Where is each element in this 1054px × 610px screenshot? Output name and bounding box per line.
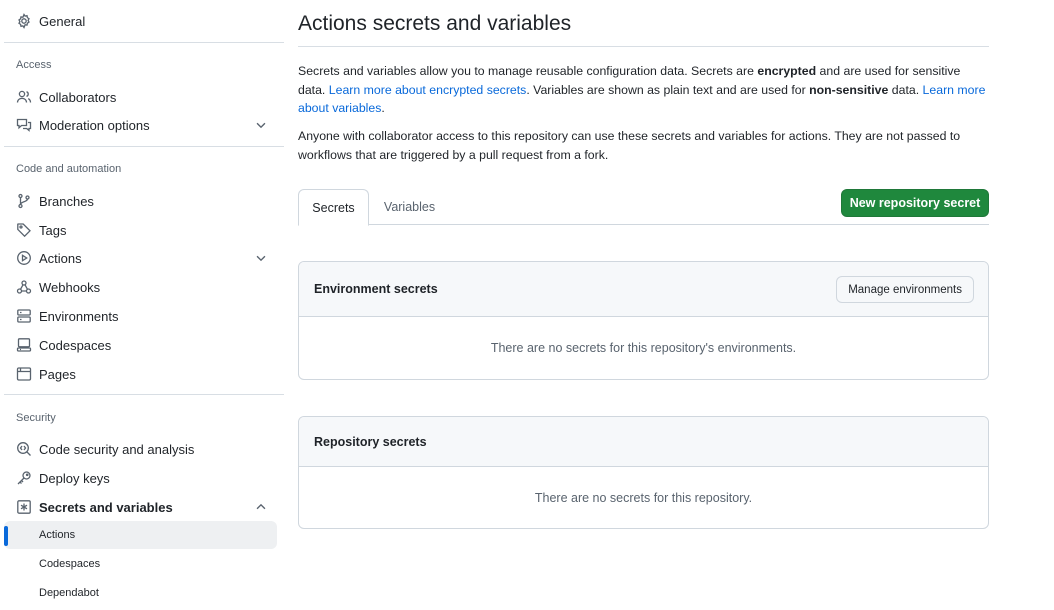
title-divider <box>298 46 989 47</box>
tag-icon <box>16 222 32 238</box>
sidebar-item-secrets-variables[interactable]: Secrets and variables <box>4 493 277 521</box>
tab-secrets[interactable]: Secrets <box>298 189 369 226</box>
sidebar-subitem-codespaces[interactable]: Codespaces <box>4 550 277 578</box>
sidebar-item-general[interactable]: General <box>4 7 277 35</box>
manage-environments-button[interactable]: Manage environments <box>836 276 974 303</box>
new-repository-secret-button[interactable]: New repository secret <box>841 189 989 217</box>
divider <box>4 146 284 147</box>
intro-bold-encrypted: encrypted <box>757 64 817 78</box>
sidebar-item-deploy-keys[interactable]: Deploy keys <box>4 464 277 492</box>
sidebar-subitem-actions[interactable]: Actions <box>4 521 277 549</box>
sidebar-item-label: Moderation options <box>39 117 150 133</box>
sidebar-item-tags[interactable]: Tags <box>4 216 277 244</box>
asterisk-icon <box>16 499 32 515</box>
group-heading-code-automation: Code and automation <box>16 163 122 175</box>
server-icon <box>16 308 32 324</box>
intro-text: data. <box>888 82 923 97</box>
environment-secrets-empty: There are no secrets for this repository… <box>490 341 797 355</box>
sidebar-item-moderation[interactable]: Moderation options <box>4 111 277 139</box>
environment-secrets-box: Environment secrets Manage environments … <box>298 261 989 380</box>
sidebar-item-label: Actions <box>39 250 82 266</box>
intro-text: . <box>381 101 385 115</box>
divider <box>4 394 284 395</box>
sidebar-item-actions[interactable]: Actions <box>4 244 277 272</box>
sidebar-item-label: General <box>39 13 86 29</box>
sidebar-item-label: Codespaces <box>39 337 112 353</box>
divider <box>4 42 284 43</box>
webhook-icon <box>16 279 32 295</box>
intro-paragraph: Secrets and variables allow you to manag… <box>298 62 989 118</box>
sidebar-subitem-dependabot[interactable]: Dependabot <box>4 579 277 607</box>
repository-secrets-empty: There are no secrets for this repository… <box>534 490 753 505</box>
codescan-icon <box>16 441 32 457</box>
git-branch-icon <box>16 193 32 209</box>
sidebar-item-label: Secrets and variables <box>39 499 173 515</box>
comment-discussion-icon <box>16 117 32 133</box>
repository-secrets-title: Repository secrets <box>314 434 427 449</box>
sidebar-item-label: Environments <box>39 308 119 324</box>
page-title: Actions secrets and variables <box>298 12 572 35</box>
intro-text: Secrets and variables allow you to manag… <box>298 64 758 78</box>
chevron-up-icon[interactable] <box>254 500 268 514</box>
environment-secrets-title: Environment secrets <box>314 282 438 296</box>
sidebar-item-environments[interactable]: Environments <box>4 302 277 330</box>
intro-text: . Variables are shown as plain text and … <box>526 82 810 97</box>
sidebar-item-label: Deploy keys <box>39 470 110 486</box>
sidebar-item-label: Collaborators <box>39 89 117 105</box>
sidebar-item-label: Webhooks <box>39 279 101 295</box>
gear-icon <box>16 13 32 29</box>
chevron-down-icon[interactable] <box>254 118 268 132</box>
sidebar-item-code-security[interactable]: Code security and analysis <box>4 435 277 463</box>
tab-variables[interactable]: Variables <box>374 189 445 225</box>
sidebar-item-label: Branches <box>39 193 94 209</box>
settings-sidebar: General Access Collaborators Moderation … <box>0 0 284 610</box>
browser-icon <box>16 366 32 382</box>
sidebar-item-branches[interactable]: Branches <box>4 187 277 215</box>
sidebar-item-label: Code security and analysis <box>39 441 195 457</box>
intro-bold-non-sensitive: non-sensitive <box>809 82 889 97</box>
play-icon <box>16 250 32 266</box>
repository-secrets-header: Repository secrets <box>299 417 988 467</box>
codespaces-icon <box>16 337 32 353</box>
sidebar-item-label: Tags <box>39 222 67 238</box>
sidebar-item-codespaces[interactable]: Codespaces <box>4 331 277 359</box>
sidebar-item-pages[interactable]: Pages <box>4 360 277 388</box>
environment-secrets-header: Environment secrets Manage environments <box>299 262 988 317</box>
repository-secrets-box: Repository secrets There are no secrets … <box>298 416 989 529</box>
chevron-down-icon[interactable] <box>254 251 268 265</box>
group-heading-security: Security <box>16 412 56 424</box>
key-icon <box>16 470 32 486</box>
access-note-paragraph: Anyone with collaborator access to this … <box>298 129 961 162</box>
sidebar-item-webhooks[interactable]: Webhooks <box>4 273 277 301</box>
learn-more-secrets-link[interactable]: Learn more about encrypted secrets <box>329 83 527 97</box>
sidebar-item-collaborators[interactable]: Collaborators <box>4 83 277 111</box>
sidebar-item-label: Pages <box>39 366 76 382</box>
group-heading-access: Access <box>16 59 52 71</box>
people-icon <box>16 89 32 105</box>
